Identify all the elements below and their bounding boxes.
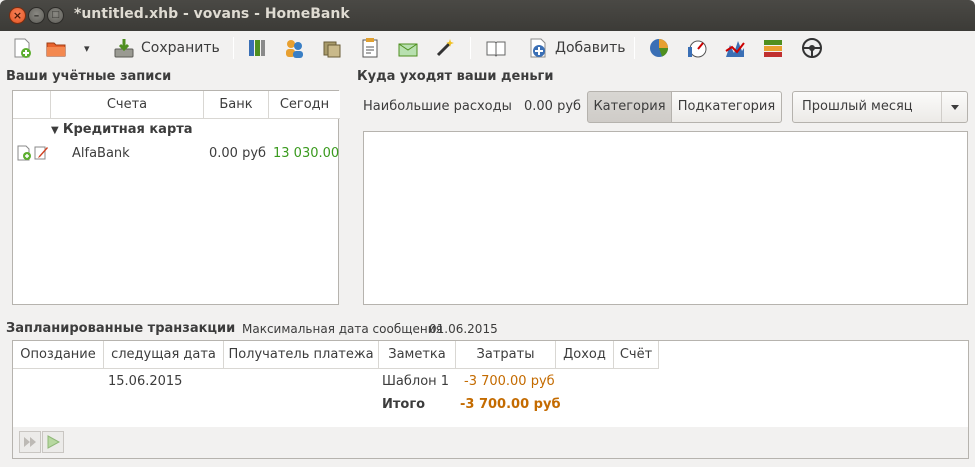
- budget-report-button[interactable]: [686, 35, 708, 61]
- vehicle-report-button[interactable]: [801, 35, 823, 61]
- chevron-down-icon: [941, 92, 967, 122]
- top-spending-label: Наибольшие расходы: [363, 99, 512, 114]
- categories-button[interactable]: [321, 35, 343, 61]
- open-recent-dropdown[interactable]: ▾: [84, 35, 90, 61]
- statistics-pie-icon: [650, 39, 668, 57]
- minimize-icon: –: [33, 9, 40, 22]
- chevron-down-icon: ▾: [84, 41, 90, 55]
- open-button[interactable]: [45, 35, 67, 61]
- add-transaction-button[interactable]: Добавить: [527, 35, 625, 61]
- window-close-button[interactable]: ×: [9, 7, 26, 24]
- scheduled-col-income[interactable]: Доход: [556, 341, 614, 369]
- period-combo-value: Прошлый месяц: [802, 99, 913, 114]
- scheduled-col-next-date[interactable]: следущая дата: [104, 341, 224, 369]
- play-icon: [47, 435, 61, 449]
- scheduled-next-date: 15.06.2015: [108, 374, 183, 389]
- accounts-col-icon[interactable]: [13, 91, 51, 119]
- scheduled-col-expense[interactable]: Затраты: [456, 341, 556, 369]
- account-group-label: Кредитная карта: [62, 122, 193, 137]
- total-label: Итого: [382, 397, 426, 412]
- title-bar: × – □ *untitled.xhb - vovans - HomeBank: [0, 0, 975, 31]
- budget-report-icon: [688, 40, 707, 58]
- save-icon: [114, 39, 134, 58]
- top-spending-value: 0.00 руб: [524, 99, 582, 114]
- categories-icon: [323, 41, 341, 58]
- scheduled-col-payee[interactable]: Получатель платежа: [224, 341, 379, 369]
- post-scheduled-button[interactable]: [42, 431, 64, 453]
- scheduled-col-account[interactable]: Счёт: [614, 341, 659, 369]
- window-title: *untitled.xhb - vovans - HomeBank: [74, 6, 350, 22]
- close-icon: ×: [12, 9, 23, 22]
- max-date-label: Максимальная дата сообщения: [242, 322, 443, 336]
- accounts-col-name[interactable]: Счета: [51, 91, 204, 119]
- scheduled-memo: Шаблон 1: [382, 374, 450, 389]
- accounts-button[interactable]: [246, 35, 268, 61]
- accounts-col-bank[interactable]: Банк: [204, 91, 269, 119]
- accounts-col-today[interactable]: Сегодн: [269, 91, 340, 119]
- spending-chart-area: [363, 131, 968, 305]
- overdrawn-icon: [725, 41, 745, 57]
- show-transactions-icon: [486, 41, 506, 57]
- max-date-value: 01.06.2015: [429, 322, 498, 336]
- expander-triangle-icon[interactable]: ▼: [51, 125, 59, 136]
- assistant-button[interactable]: [434, 35, 456, 61]
- window-minimize-button[interactable]: –: [28, 7, 45, 24]
- payees-button[interactable]: [283, 35, 305, 61]
- skip-forward-icon: [24, 437, 36, 447]
- car-cost-icon: [764, 40, 782, 57]
- scheduled-col-memo[interactable]: Заметка: [379, 341, 456, 369]
- account-today-balance: 13 030.00: [273, 146, 340, 161]
- assistant-wand-icon: [436, 39, 454, 57]
- add-transaction-icon: [530, 38, 546, 58]
- new-file-icon: [14, 38, 31, 58]
- period-combo[interactable]: Прошлый месяц: [792, 91, 968, 123]
- scheduled-section-title: Запланированные транзакции: [6, 321, 236, 336]
- account-edit-icon[interactable]: [33, 144, 49, 160]
- maximize-icon: □: [51, 10, 60, 20]
- save-button[interactable]: Сохранить: [113, 35, 220, 61]
- budget-icon: [362, 38, 378, 58]
- add-label: Добавить: [555, 40, 626, 56]
- category-toggle-button[interactable]: Категория: [587, 91, 672, 123]
- accounts-icon: [249, 40, 265, 56]
- open-folder-icon: [46, 42, 66, 57]
- new-button[interactable]: [11, 35, 33, 61]
- budget-button[interactable]: [359, 35, 381, 61]
- scheduled-table[interactable]: Опоздание следущая дата Получатель плате…: [12, 340, 969, 428]
- accounts-section-title: Ваши учётные записи: [6, 69, 172, 84]
- account-bank-balance: 0.00 руб: [209, 146, 267, 161]
- scheduled-col-late[interactable]: Опоздание: [13, 341, 104, 369]
- overdrawn-report-button[interactable]: [724, 35, 746, 61]
- toolbar: ▾ Сохранить Добавить: [0, 31, 975, 65]
- vehicle-icon: [802, 38, 822, 58]
- accounts-tree[interactable]: Счета Банк Сегодн ▼ Кредитная карта Alfa…: [12, 90, 340, 395]
- archives-icon: [398, 43, 418, 57]
- show-transactions-button[interactable]: [485, 35, 507, 61]
- account-name: AlfaBank: [72, 146, 130, 161]
- scheduled-actions-bar: [12, 427, 969, 459]
- spending-section-title: Куда уходят ваши деньги: [357, 69, 554, 84]
- save-label: Сохранить: [141, 40, 220, 56]
- car-cost-report-button[interactable]: [762, 35, 784, 61]
- subcategory-toggle-button[interactable]: Подкатегория: [671, 91, 782, 123]
- scheduled-expense: -3 700.00 руб: [464, 374, 555, 389]
- account-group-row[interactable]: ▼ Кредитная карта: [51, 122, 193, 137]
- archives-button[interactable]: [397, 35, 419, 61]
- skip-scheduled-button[interactable]: [19, 431, 41, 453]
- account-add-icon[interactable]: [16, 145, 32, 161]
- window-maximize-button[interactable]: □: [47, 7, 64, 24]
- payees-icon: [286, 40, 303, 58]
- total-expense: -3 700.00 руб: [460, 397, 561, 412]
- statistics-report-button[interactable]: [648, 35, 670, 61]
